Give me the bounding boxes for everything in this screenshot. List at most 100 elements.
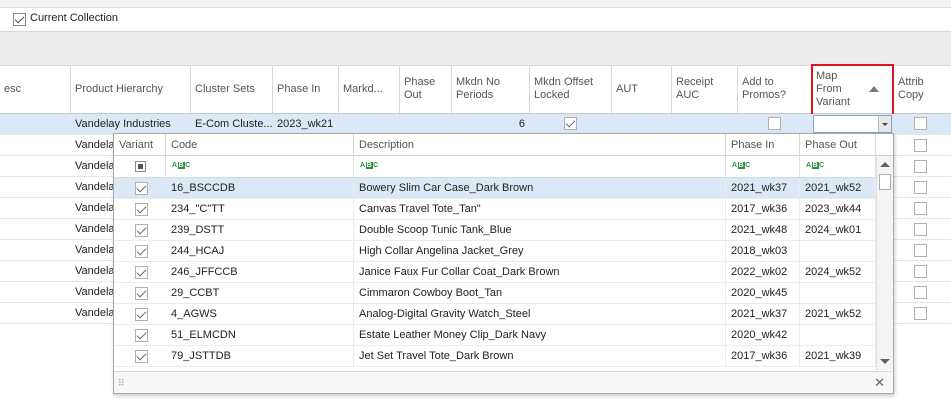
- filter-phase-in[interactable]: ABC: [726, 156, 800, 178]
- cell-product-hierarchy[interactable]: Vandelay Industries: [71, 114, 191, 134]
- phase-in-cell[interactable]: 2021_wk37: [726, 304, 800, 324]
- phase-in-cell[interactable]: 2021_wk48: [726, 220, 800, 240]
- resize-grip-icon[interactable]: ⠿: [118, 378, 126, 389]
- description-cell[interactable]: Canvas Travel Tote_Tan": [354, 199, 726, 219]
- filter-phase-out[interactable]: ABC: [800, 156, 876, 178]
- cell-product-hierarchy[interactable]: Vandela: [71, 177, 113, 197]
- phase-out-cell[interactable]: [800, 325, 876, 345]
- description-cell[interactable]: Estate Leather Money Clip_Dark Navy: [354, 325, 726, 345]
- description-cell[interactable]: High Collar Angelina Jacket_Grey: [354, 241, 726, 261]
- cell-product-hierarchy[interactable]: Vandela: [71, 261, 113, 281]
- cell-mkdn-offset-locked[interactable]: [530, 114, 612, 134]
- col-header-receipt-auc[interactable]: Receipt AUC: [672, 66, 738, 114]
- popup-col-header-phase-out[interactable]: Phase Out: [800, 134, 876, 156]
- popup-col-header-code[interactable]: Code: [166, 134, 354, 156]
- description-cell[interactable]: Bowery Slim Car Case_Dark Brown: [354, 178, 726, 198]
- code-cell[interactable]: 79_JSTTDB: [166, 346, 354, 366]
- col-header-attrib-copy[interactable]: Attrib Copy: [894, 66, 951, 114]
- variant-checkbox[interactable]: [135, 203, 148, 216]
- list-item[interactable]: 234_"C"TT Canvas Travel Tote_Tan" 2017_w…: [114, 199, 876, 220]
- description-cell[interactable]: Jet Set Travel Tote_Dark Brown: [354, 346, 726, 366]
- code-cell[interactable]: 51_ELMCDN: [166, 325, 354, 345]
- variant-checkbox[interactable]: [135, 182, 148, 195]
- attrib-copy-checkbox[interactable]: [914, 181, 927, 194]
- description-cell[interactable]: Janice Faux Fur Collar Coat_Dark Brown: [354, 262, 726, 282]
- code-cell[interactable]: 239_DSTT: [166, 220, 354, 240]
- attrib-copy-checkbox[interactable]: [914, 139, 927, 152]
- phase-out-cell[interactable]: 2023_wk44: [800, 199, 876, 219]
- attrib-copy-checkbox[interactable]: [914, 286, 927, 299]
- attrib-copy-checkbox[interactable]: [914, 307, 927, 320]
- attrib-copy-checkbox[interactable]: [914, 244, 927, 257]
- col-header-aut[interactable]: AUT: [612, 66, 672, 114]
- list-item[interactable]: 79_JSTTDB Jet Set Travel Tote_Dark Brown…: [114, 346, 876, 367]
- popup-col-header-phase-in[interactable]: Phase In: [726, 134, 800, 156]
- cell-phase-out[interactable]: [400, 114, 452, 134]
- phase-out-cell[interactable]: 2024_wk52: [800, 262, 876, 282]
- col-header-add-to-promos[interactable]: Add to Promos?: [738, 66, 812, 114]
- description-cell[interactable]: Cimmaron Cowboy Boot_Tan: [354, 283, 726, 303]
- cell-aut[interactable]: [612, 114, 672, 134]
- phase-in-cell[interactable]: 2018_wk03: [726, 241, 800, 261]
- phase-in-cell[interactable]: 2020_wk42: [726, 325, 800, 345]
- cell-product-hierarchy[interactable]: Vandela: [71, 135, 113, 155]
- cell-product-hierarchy[interactable]: Vandela: [71, 156, 113, 176]
- variant-checkbox[interactable]: [135, 224, 148, 237]
- code-cell[interactable]: 234_"C"TT: [166, 199, 354, 219]
- variant-checkbox[interactable]: [135, 266, 148, 279]
- col-header-map-from-variant[interactable]: Map From Variant: [812, 66, 894, 114]
- variant-checkbox[interactable]: [135, 245, 148, 258]
- col-header-mkdn-offset-locked[interactable]: Mkdn Offset Locked: [530, 66, 612, 114]
- close-icon[interactable]: ✕: [874, 375, 885, 391]
- popup-vertical-scrollbar[interactable]: [876, 156, 893, 370]
- add-to-promos-checkbox[interactable]: [768, 117, 781, 130]
- cell-product-hierarchy[interactable]: Vandela: [71, 240, 113, 260]
- list-item[interactable]: 246_JFFCCB Janice Faux Fur Collar Coat_D…: [114, 262, 876, 283]
- col-header-phase-in[interactable]: Phase In: [273, 66, 339, 114]
- phase-out-cell[interactable]: 2021_wk52: [800, 304, 876, 324]
- code-cell[interactable]: 16_BSCCDB: [166, 178, 354, 198]
- col-header-phase-out[interactable]: Phase Out: [400, 66, 452, 114]
- cell-mkdn-no-periods[interactable]: 6: [452, 114, 530, 134]
- current-collection-checkbox[interactable]: [13, 13, 26, 26]
- scroll-thumb[interactable]: [879, 174, 891, 190]
- list-item[interactable]: 16_BSCCDB Bowery Slim Car Case_Dark Brow…: [114, 178, 876, 199]
- popup-col-header-variant[interactable]: Variant: [114, 134, 166, 156]
- cell-product-hierarchy[interactable]: Vandela: [71, 282, 113, 302]
- phase-in-cell[interactable]: 2021_wk37: [726, 178, 800, 198]
- list-item[interactable]: 244_HCAJ High Collar Angelina Jacket_Gre…: [114, 241, 876, 262]
- cell-attrib-copy[interactable]: [894, 114, 951, 134]
- col-header-markd[interactable]: Markd...: [339, 66, 400, 114]
- filter-code[interactable]: ABC: [166, 156, 354, 178]
- phase-out-cell[interactable]: [800, 283, 876, 303]
- phase-in-cell[interactable]: 2017_wk36: [726, 346, 800, 366]
- variant-checkbox[interactable]: [135, 287, 148, 300]
- phase-out-cell[interactable]: 2024_wk01: [800, 220, 876, 240]
- code-cell[interactable]: 244_HCAJ: [166, 241, 354, 261]
- mkdn-offset-locked-checkbox[interactable]: [564, 117, 577, 130]
- phase-in-cell[interactable]: 2017_wk36: [726, 199, 800, 219]
- phase-out-cell[interactable]: 2021_wk39: [800, 346, 876, 366]
- scroll-down-icon[interactable]: [880, 359, 890, 364]
- attrib-copy-checkbox[interactable]: [914, 202, 927, 215]
- col-header-mkdn-no-periods[interactable]: Mkdn No Periods: [452, 66, 530, 114]
- scroll-up-icon[interactable]: [880, 162, 890, 167]
- description-cell[interactable]: Analog-Digital Gravity Watch_Steel: [354, 304, 726, 324]
- list-item[interactable]: 29_CCBT Cimmaron Cowboy Boot_Tan 2020_wk…: [114, 283, 876, 304]
- cell-product-hierarchy[interactable]: Vandela: [71, 198, 113, 218]
- filter-description[interactable]: ABC: [354, 156, 726, 178]
- list-item[interactable]: 239_DSTT Double Scoop Tunic Tank_Blue 20…: [114, 220, 876, 241]
- phase-in-cell[interactable]: 2020_wk45: [726, 283, 800, 303]
- description-cell[interactable]: Double Scoop Tunic Tank_Blue: [354, 220, 726, 240]
- code-cell[interactable]: 246_JFFCCB: [166, 262, 354, 282]
- phase-out-cell[interactable]: [800, 241, 876, 261]
- grid-row-selected[interactable]: Vandelay Industries E-Com Cluste... 2023…: [0, 114, 951, 135]
- map-from-variant-combo[interactable]: [813, 115, 892, 133]
- list-item[interactable]: 4_AGWS Analog-Digital Gravity Watch_Stee…: [114, 304, 876, 325]
- variant-checkbox[interactable]: [135, 329, 148, 342]
- cell-product-hierarchy[interactable]: Vandela: [71, 303, 113, 323]
- popup-col-header-description[interactable]: Description: [354, 134, 726, 156]
- attrib-copy-checkbox[interactable]: [914, 160, 927, 173]
- phase-out-cell[interactable]: 2021_wk52: [800, 178, 876, 198]
- list-item[interactable]: 51_ELMCDN Estate Leather Money Clip_Dark…: [114, 325, 876, 346]
